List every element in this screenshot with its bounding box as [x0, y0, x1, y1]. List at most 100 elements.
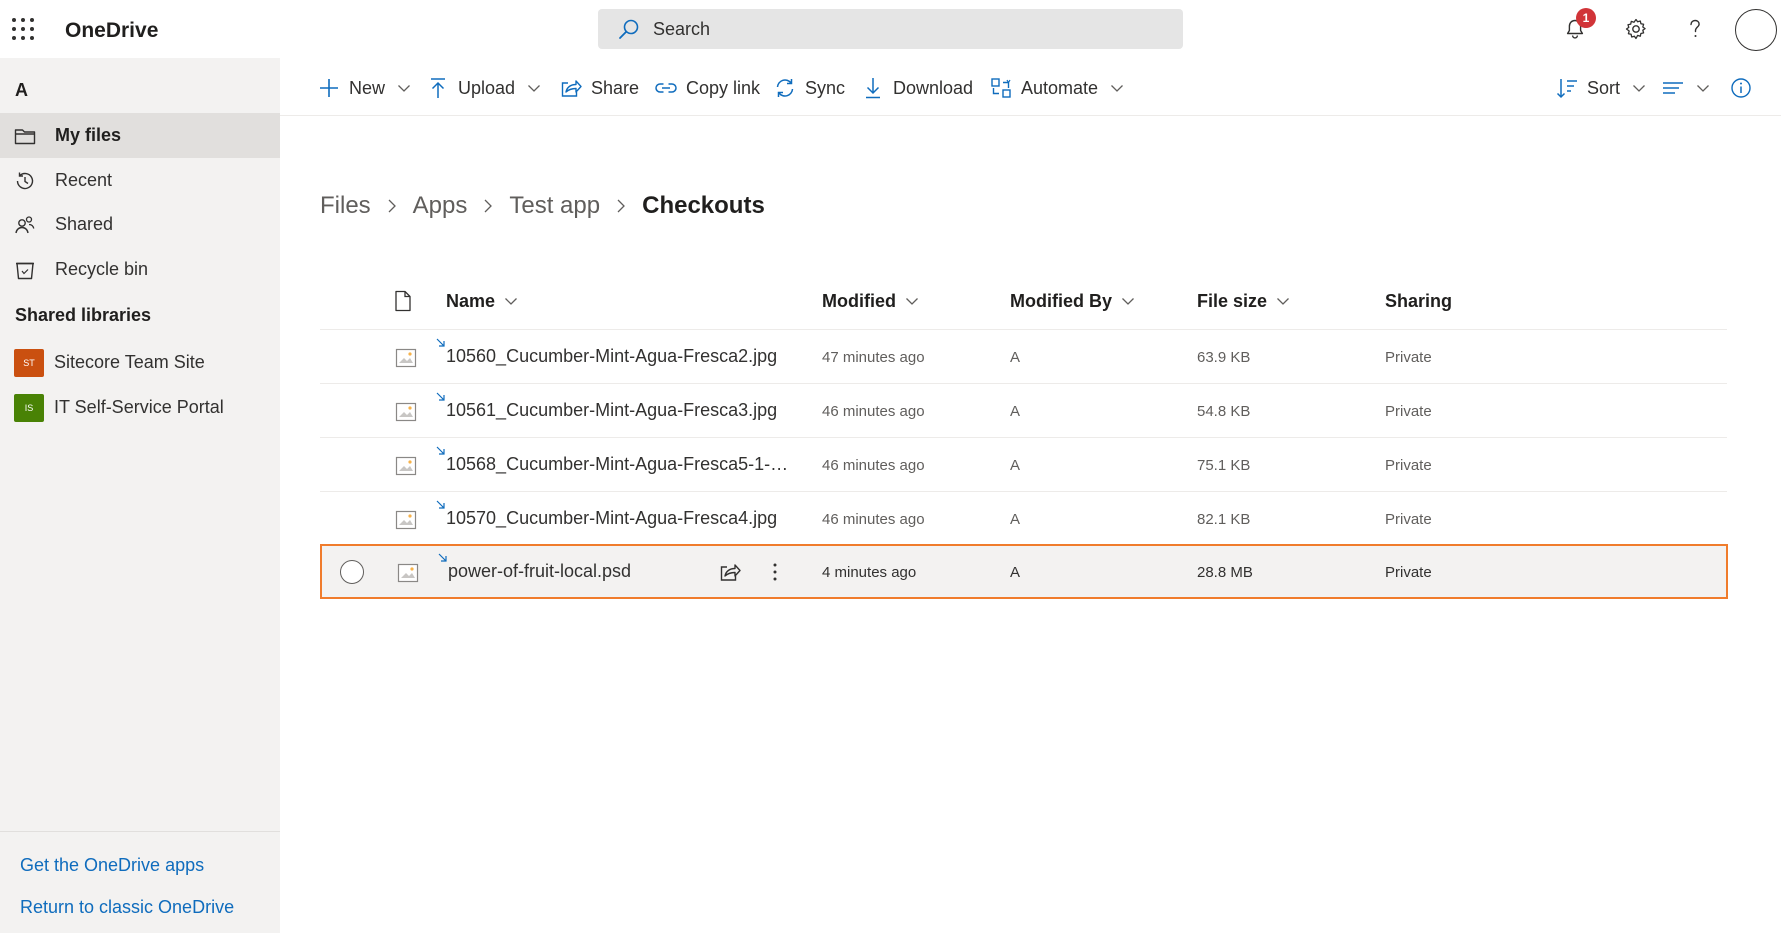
sort-button[interactable]: Sort: [1556, 73, 1646, 103]
view-options-button[interactable]: [1662, 73, 1710, 103]
chevron-down-icon: [1633, 85, 1645, 92]
breadcrumb: Files Apps Test app Checkouts: [320, 190, 765, 222]
file-size-column-header[interactable]: File size: [1197, 286, 1290, 316]
automate-icon: [990, 77, 1012, 99]
breadcrumb-item-files[interactable]: Files: [320, 192, 371, 220]
modified-by-cell: A: [1010, 349, 1021, 366]
get-apps-link[interactable]: Get the OneDrive apps: [20, 855, 204, 876]
chevron-down-icon: [505, 298, 517, 305]
file-name[interactable]: 10560_Cucumber-Mint-Agua-Fresca2.jpg: [446, 346, 777, 367]
file-size-cell: 75.1 KB: [1197, 457, 1251, 474]
file-name[interactable]: 10568_Cucumber-Mint-Agua-Fresca5-1-of-..…: [446, 454, 796, 475]
file-size-cell: 63.9 KB: [1197, 349, 1251, 366]
table-row[interactable]: 10561_Cucumber-Mint-Agua-Fresca3.jpg 46 …: [320, 384, 1727, 438]
app-title[interactable]: OneDrive: [65, 19, 158, 43]
modified-by-cell: A: [1010, 457, 1021, 474]
sidebar-item-recycle-bin[interactable]: Recycle bin: [0, 247, 280, 292]
link-icon: [655, 77, 677, 99]
chevron-right-icon: [388, 199, 396, 213]
new-button[interactable]: New: [318, 73, 411, 103]
breadcrumb-item-test-app[interactable]: Test app: [509, 192, 600, 220]
details-pane-button[interactable]: [1730, 73, 1761, 103]
left-navigation: A My files Recent Shared Recycle bin Sha…: [0, 58, 280, 933]
upload-button[interactable]: Upload: [427, 73, 541, 103]
library-badge-icon: ST: [14, 348, 44, 377]
sync-icon: [774, 77, 796, 99]
image-file-icon: [395, 402, 417, 422]
chevron-down-icon: [398, 85, 410, 92]
plus-icon: [318, 77, 340, 99]
row-share-button[interactable]: [717, 559, 743, 585]
upload-icon: [427, 77, 449, 99]
sidebar-item-label: Recycle bin: [55, 259, 149, 279]
gear-icon: [1625, 18, 1646, 40]
help-button[interactable]: [1680, 14, 1710, 44]
sidebar-item-shared[interactable]: Shared: [0, 202, 280, 247]
share-icon: [560, 77, 582, 99]
search-input[interactable]: [653, 18, 1133, 40]
table-row[interactable]: 10568_Cucumber-Mint-Agua-Fresca5-1-of-..…: [320, 438, 1727, 492]
sidebar-item-label: My files: [55, 125, 122, 145]
notifications-button[interactable]: 1: [1560, 8, 1596, 44]
automate-button[interactable]: Automate: [990, 73, 1124, 103]
chevron-down-icon: [1122, 298, 1134, 305]
modified-by-cell: A: [1010, 564, 1021, 581]
notification-count-badge: 1: [1576, 8, 1596, 28]
shared-libraries-heading: Shared libraries: [15, 305, 152, 325]
modified-cell: 46 minutes ago: [822, 511, 925, 528]
sync-button[interactable]: Sync: [774, 73, 845, 103]
chevron-right-icon: [617, 199, 626, 213]
share-button[interactable]: Share: [560, 73, 639, 103]
modified-cell: 46 minutes ago: [822, 457, 925, 474]
chevron-down-icon: [1111, 85, 1124, 92]
image-file-icon: [395, 510, 417, 530]
sharing-cell: Private: [1385, 564, 1432, 581]
modified-by-cell: A: [1010, 403, 1021, 420]
file-size-cell: 28.8 MB: [1197, 564, 1253, 581]
modified-cell: 46 minutes ago: [822, 403, 925, 420]
document-icon: [395, 290, 411, 312]
modified-column-header[interactable]: Modified: [822, 286, 919, 316]
file-type-column-header[interactable]: [393, 286, 413, 316]
copy-link-button[interactable]: Copy link: [655, 73, 760, 103]
table-row[interactable]: 10570_Cucumber-Mint-Agua-Fresca4.jpg 46 …: [320, 492, 1727, 546]
chevron-right-icon: [484, 199, 493, 213]
search-box[interactable]: [598, 9, 1183, 49]
modified-by-column-header[interactable]: Modified By: [1010, 286, 1135, 316]
name-column-header[interactable]: Name: [446, 286, 518, 316]
file-name[interactable]: 10561_Cucumber-Mint-Agua-Fresca3.jpg: [446, 400, 777, 421]
app-launcher-icon[interactable]: [12, 18, 34, 40]
more-vertical-icon: [773, 563, 777, 581]
download-button[interactable]: Download: [862, 73, 973, 103]
row-more-actions-button[interactable]: [762, 559, 788, 585]
share-icon: [720, 564, 741, 581]
modified-by-cell: A: [1010, 511, 1021, 528]
image-file-icon: [397, 563, 419, 583]
breadcrumb-item-apps[interactable]: Apps: [413, 192, 468, 220]
folder-icon: [13, 124, 37, 148]
sidebar-library-it-portal[interactable]: IS IT Self-Service Portal: [0, 385, 280, 430]
info-icon: [1730, 77, 1752, 99]
breadcrumb-item-checkouts: Checkouts: [642, 192, 765, 219]
chevron-down-icon: [1697, 85, 1709, 92]
people-icon: [13, 213, 37, 237]
table-row[interactable]: 10560_Cucumber-Mint-Agua-Fresca2.jpg 47 …: [320, 330, 1727, 384]
sharing-column-header[interactable]: Sharing: [1385, 286, 1452, 316]
sidebar-item-recent[interactable]: Recent: [0, 158, 280, 203]
file-name[interactable]: power-of-fruit-local.psd: [448, 561, 631, 582]
chevron-down-icon: [1277, 298, 1289, 305]
search-icon: [619, 19, 639, 39]
sharing-cell: Private: [1385, 511, 1432, 528]
settings-button[interactable]: [1621, 14, 1651, 44]
file-name[interactable]: 10570_Cucumber-Mint-Agua-Fresca4.jpg: [446, 508, 777, 529]
sidebar-library-sitecore[interactable]: ST Sitecore Team Site: [0, 340, 280, 385]
sidebar-item-label: Shared: [55, 214, 114, 234]
sidebar-divider: [0, 831, 280, 832]
classic-onedrive-link[interactable]: Return to classic OneDrive: [20, 897, 234, 918]
recycle-bin-icon: [13, 258, 37, 282]
table-row-selected[interactable]: power-of-fruit-local.psd 4 minutes ago A…: [320, 544, 1728, 599]
chevron-down-icon: [528, 85, 541, 92]
row-select-checkbox[interactable]: [340, 560, 364, 584]
sidebar-item-my-files[interactable]: My files: [0, 113, 280, 158]
avatar[interactable]: [1735, 9, 1777, 51]
